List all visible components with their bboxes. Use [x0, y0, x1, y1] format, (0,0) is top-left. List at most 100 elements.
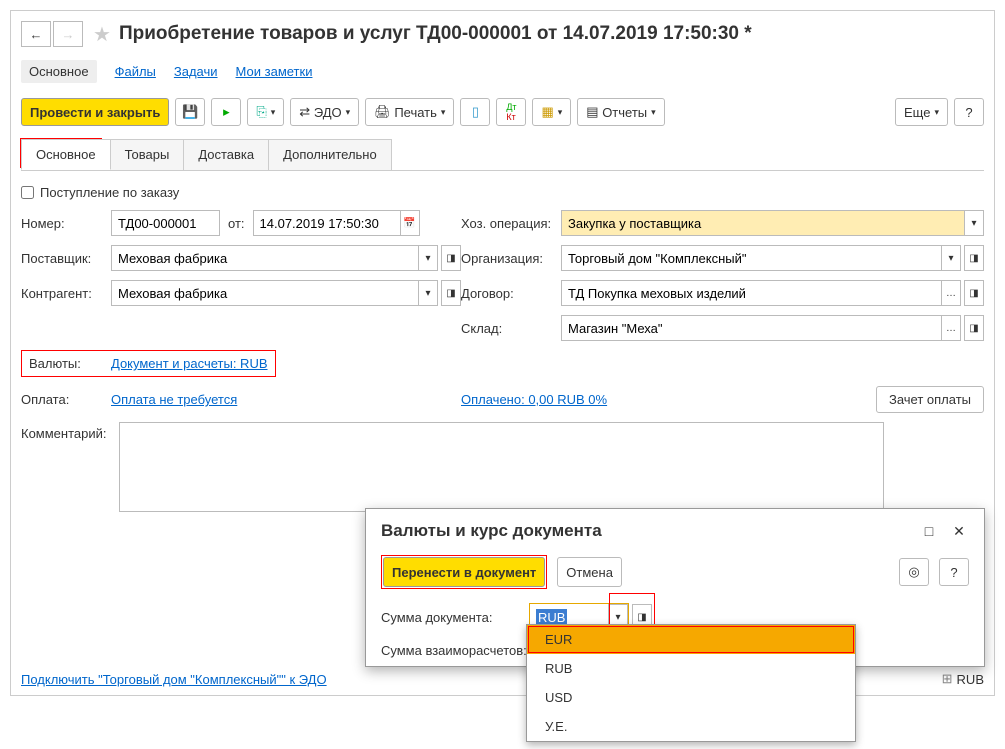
settle-sum-label: Сумма взаиморасчетов: [381, 643, 529, 658]
document-title: Приобретение товаров и услуг ТД00-000001… [119, 23, 752, 45]
currency-highlight-box: Валюты: Документ и расчеты: RUB [21, 350, 276, 377]
tabs: Основное Товары Доставка Дополнительно [21, 139, 984, 171]
caret-icon: ▾ [558, 107, 563, 118]
operation-input[interactable] [561, 210, 964, 236]
comment-textarea[interactable] [119, 422, 884, 512]
currency-icon: ⊞ [942, 671, 953, 687]
reports-icon: ▤ [586, 104, 598, 120]
dropdown-item-ue[interactable]: У.Е. [527, 712, 855, 741]
favorite-star-icon[interactable]: ★ [93, 22, 111, 47]
tab-additional[interactable]: Дополнительно [268, 139, 392, 170]
contract-more-button[interactable]: … [941, 280, 961, 306]
paid-link[interactable]: Оплачено: 0,00 RUB 0% [461, 392, 607, 407]
currency-link[interactable]: Документ и расчеты: RUB [111, 356, 268, 371]
edo-button[interactable]: ⇄ ЭДО▾ [290, 98, 359, 126]
caret-icon: ▾ [346, 107, 351, 118]
counterparty-open-button[interactable]: ◨ [441, 280, 461, 306]
caret-icon: ▾ [441, 107, 446, 118]
supplier-dropdown-button[interactable]: ▾ [418, 245, 438, 271]
payment-label: Оплата: [21, 392, 111, 407]
printer-icon: 🖨 [374, 104, 391, 120]
reports-button[interactable]: ▤ Отчеты▾ [577, 98, 664, 126]
from-label: от: [228, 216, 245, 231]
save-button[interactable]: 💾 [175, 98, 205, 126]
operation-label: Хоз. операция: [461, 216, 561, 231]
help-button[interactable]: ? [954, 98, 984, 126]
nav-main[interactable]: Основное [21, 60, 97, 83]
nav-files[interactable]: Файлы [115, 64, 156, 79]
dialog-title: Валюты и курс документа [381, 521, 909, 541]
dtkt-icon: ДтКт [506, 102, 516, 122]
form-body: Поступление по заказу Номер: от: 📅 Хоз. … [11, 171, 994, 533]
cancel-button[interactable]: Отмена [557, 557, 622, 587]
edo-icon: ⇄ [299, 104, 310, 120]
print-button[interactable]: 🖨 Печать▾ [365, 98, 454, 126]
supplier-open-button[interactable]: ◨ [441, 245, 461, 271]
contract-open-button[interactable]: ◨ [964, 280, 984, 306]
calendar-button[interactable]: 📅 [400, 210, 420, 236]
create-based-on-button[interactable]: ⎘▾ [247, 98, 284, 126]
files-button[interactable]: ▯ [460, 98, 490, 126]
by-order-label: Поступление по заказу [40, 185, 179, 200]
structure-icon: ▦ [541, 104, 553, 120]
tab-delivery[interactable]: Доставка [183, 139, 269, 170]
dtkt-button[interactable]: ДтКт [496, 98, 526, 126]
caret-icon: ▾ [271, 107, 276, 118]
caret-icon: ▾ [934, 107, 939, 118]
main-toolbar: Провести и закрыть 💾 ▸ ⎘▾ ⇄ ЭДО▾ 🖨 Печат… [11, 95, 994, 136]
back-button[interactable]: ← [21, 21, 51, 47]
based-on-icon: ⎘ [256, 104, 266, 120]
currency-dropdown-list: EUR RUB USD У.Е. [526, 624, 856, 742]
warehouse-more-button[interactable]: … [941, 315, 961, 341]
tab-goods[interactable]: Товары [110, 139, 185, 170]
window-header: ← → ★ Приобретение товаров и услуг ТД00-… [11, 11, 994, 52]
counterparty-dropdown-button[interactable]: ▾ [418, 280, 438, 306]
clip-icon: ◎ [908, 564, 919, 580]
connect-edo-link[interactable]: Подключить "Торговый дом "Комплексный"" … [21, 672, 327, 687]
forward-button[interactable]: → [53, 21, 83, 47]
rub-label: RUB [957, 672, 984, 687]
dropdown-item-eur[interactable]: EUR [527, 625, 855, 654]
org-open-button[interactable]: ◨ [964, 245, 984, 271]
doc-sum-label: Сумма документа: [381, 610, 529, 625]
payment-offset-button[interactable]: Зачет оплаты [876, 386, 984, 413]
floppy-icon: 💾 [182, 104, 198, 120]
dropdown-item-rub[interactable]: RUB [527, 654, 855, 683]
comment-label: Комментарий: [21, 422, 119, 441]
caret-icon: ▾ [651, 107, 656, 118]
number-input[interactable] [111, 210, 220, 236]
nav-tasks[interactable]: Задачи [174, 64, 218, 79]
warehouse-input[interactable] [561, 315, 941, 341]
contract-input[interactable] [561, 280, 941, 306]
supplier-label: Поставщик: [21, 251, 111, 266]
dialog-help-button[interactable]: ? [939, 558, 969, 586]
org-input[interactable] [561, 245, 941, 271]
dropdown-item-usd[interactable]: USD [527, 683, 855, 712]
warehouse-open-button[interactable]: ◨ [964, 315, 984, 341]
tab-main[interactable]: Основное [21, 139, 111, 170]
number-label: Номер: [21, 216, 111, 231]
currency-label: Валюты: [29, 356, 111, 371]
more-button[interactable]: Еще▾ [895, 98, 948, 126]
org-label: Организация: [461, 251, 561, 266]
apply-button[interactable]: Перенести в документ [383, 557, 545, 587]
payment-link[interactable]: Оплата не требуется [111, 392, 237, 407]
structure-button[interactable]: ▦▾ [532, 98, 571, 126]
nav-bar: Основное Файлы Задачи Мои заметки [11, 52, 994, 95]
close-button[interactable]: ✕ [949, 521, 969, 541]
counterparty-label: Контрагент: [21, 286, 111, 301]
post-and-close-button[interactable]: Провести и закрыть [21, 98, 169, 126]
supplier-input[interactable] [111, 245, 418, 271]
operation-dropdown-button[interactable]: ▾ [964, 210, 984, 236]
post-button[interactable]: ▸ [211, 98, 241, 126]
counterparty-input[interactable] [111, 280, 418, 306]
org-dropdown-button[interactable]: ▾ [941, 245, 961, 271]
nav-notes[interactable]: Мои заметки [236, 64, 313, 79]
date-input[interactable] [253, 210, 400, 236]
attach-button[interactable]: ◎ [899, 558, 929, 586]
by-order-row: Поступление по заказу [21, 183, 984, 210]
maximize-button[interactable]: □ [919, 521, 939, 541]
contract-label: Договор: [461, 286, 561, 301]
by-order-checkbox[interactable] [21, 186, 34, 199]
warehouse-label: Склад: [461, 321, 561, 336]
